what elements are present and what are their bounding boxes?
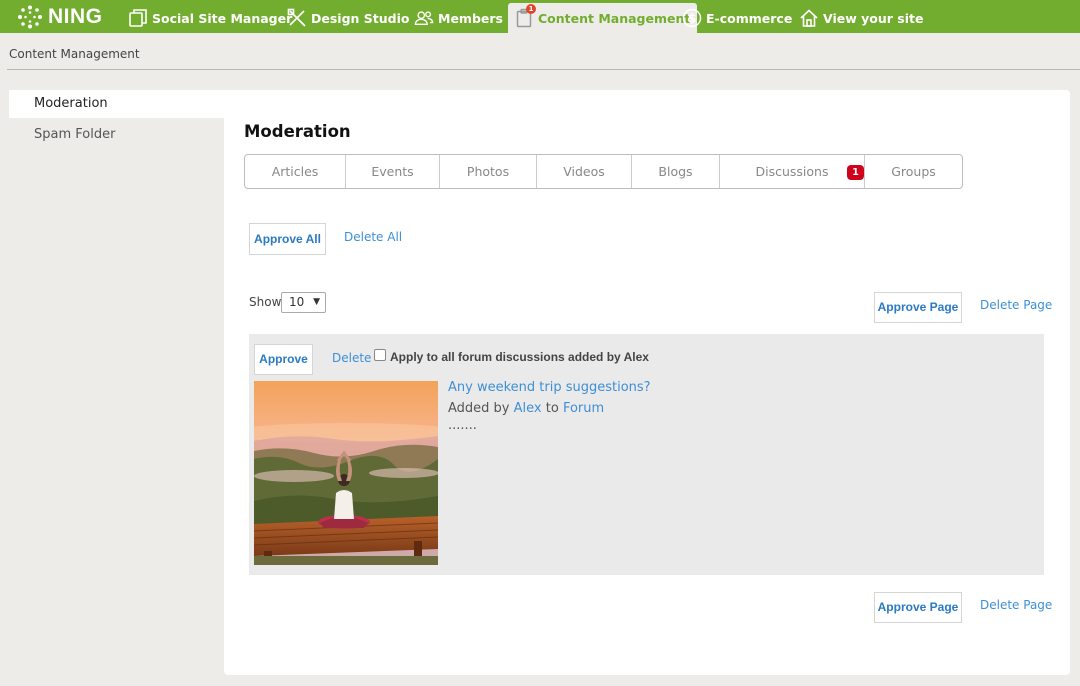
post-title-link[interactable]: Any weekend trip suggestions? bbox=[448, 380, 651, 395]
logo-text: NING bbox=[48, 4, 103, 28]
discussions-count-badge: 1 bbox=[847, 165, 864, 180]
show-label: Show bbox=[249, 295, 282, 309]
nav-label: E-commerce bbox=[706, 10, 793, 26]
page-title: Moderation bbox=[244, 122, 351, 141]
ning-logo[interactable]: NING bbox=[17, 4, 103, 29]
sidebar-item-spam-folder[interactable]: Spam Folder bbox=[9, 121, 224, 149]
nav-design-studio[interactable]: Design Studio bbox=[287, 3, 409, 33]
delete-all-link[interactable]: Delete All bbox=[344, 230, 402, 244]
nav-label: Content Management bbox=[538, 10, 691, 26]
sidebar-item-moderation[interactable]: Moderation bbox=[9, 90, 224, 118]
moderation-panel: Moderation Articles Events Photos Videos… bbox=[224, 90, 1070, 675]
tab-photos[interactable]: Photos bbox=[440, 155, 537, 188]
page-size-select[interactable]: 10 ▼ bbox=[281, 292, 326, 313]
tab-discussions[interactable]: Discussions 1 bbox=[720, 155, 865, 188]
home-icon bbox=[799, 8, 819, 28]
post-meta: Added by Alex to Forum bbox=[448, 401, 604, 416]
author-link[interactable]: Alex bbox=[514, 401, 542, 416]
breadcrumb: Content Management bbox=[9, 47, 140, 61]
approve-item-button[interactable]: Approve bbox=[254, 344, 313, 375]
added-by-label: Added by bbox=[448, 401, 510, 416]
to-label: to bbox=[545, 401, 559, 416]
delete-page-link-bottom[interactable]: Delete Page bbox=[980, 598, 1052, 612]
tab-videos[interactable]: Videos bbox=[537, 155, 632, 188]
approve-all-button[interactable]: Approve All bbox=[249, 223, 326, 255]
tab-articles[interactable]: Articles bbox=[245, 155, 346, 188]
clipboard-icon: 1 bbox=[514, 4, 536, 28]
post-excerpt: ....... bbox=[448, 418, 477, 433]
apply-all-checkbox[interactable] bbox=[374, 349, 386, 361]
post-thumbnail[interactable] bbox=[254, 381, 438, 565]
tab-events[interactable]: Events bbox=[346, 155, 440, 188]
members-icon bbox=[414, 8, 434, 28]
nav-social-site-manager[interactable]: Social Site Manager bbox=[128, 3, 292, 33]
top-nav-bar: NING Social Site Manager Design Studio M… bbox=[0, 0, 1080, 33]
nav-ecommerce[interactable]: $ E-commerce bbox=[682, 3, 792, 33]
chevron-down-icon: ▼ bbox=[313, 297, 320, 307]
content-type-tabs: Articles Events Photos Videos Blogs Disc… bbox=[244, 154, 963, 189]
notification-badge: 1 bbox=[526, 4, 536, 14]
ning-logo-icon bbox=[18, 5, 42, 28]
approve-page-button-top[interactable]: Approve Page bbox=[874, 292, 962, 323]
svg-text:$: $ bbox=[688, 12, 696, 26]
nav-view-site[interactable]: View your site bbox=[799, 3, 923, 33]
nav-content-management[interactable]: 1 Content Management bbox=[508, 3, 698, 33]
apply-all-label: Apply to all forum discussions added by … bbox=[390, 350, 649, 364]
nav-label: Members bbox=[438, 10, 503, 26]
moderation-item: Approve Delete Apply to all forum discus… bbox=[249, 334, 1044, 575]
tab-label: Discussions bbox=[755, 164, 829, 179]
design-tools-icon bbox=[287, 8, 307, 28]
nav-label: Social Site Manager bbox=[152, 10, 293, 26]
dollar-icon: $ bbox=[682, 8, 702, 28]
delete-item-link[interactable]: Delete bbox=[332, 351, 371, 365]
forum-link[interactable]: Forum bbox=[563, 401, 604, 416]
delete-page-link-top[interactable]: Delete Page bbox=[980, 298, 1052, 312]
approve-page-button-bottom[interactable]: Approve Page bbox=[874, 592, 962, 623]
nav-label: Design Studio bbox=[311, 10, 410, 26]
tab-groups[interactable]: Groups bbox=[865, 155, 962, 188]
nav-members[interactable]: Members bbox=[414, 3, 503, 33]
breadcrumb-divider bbox=[7, 69, 1080, 70]
page-size-value: 10 bbox=[289, 295, 305, 309]
copy-icon bbox=[128, 8, 148, 28]
tab-blogs[interactable]: Blogs bbox=[632, 155, 720, 188]
nav-label: View your site bbox=[823, 10, 924, 26]
